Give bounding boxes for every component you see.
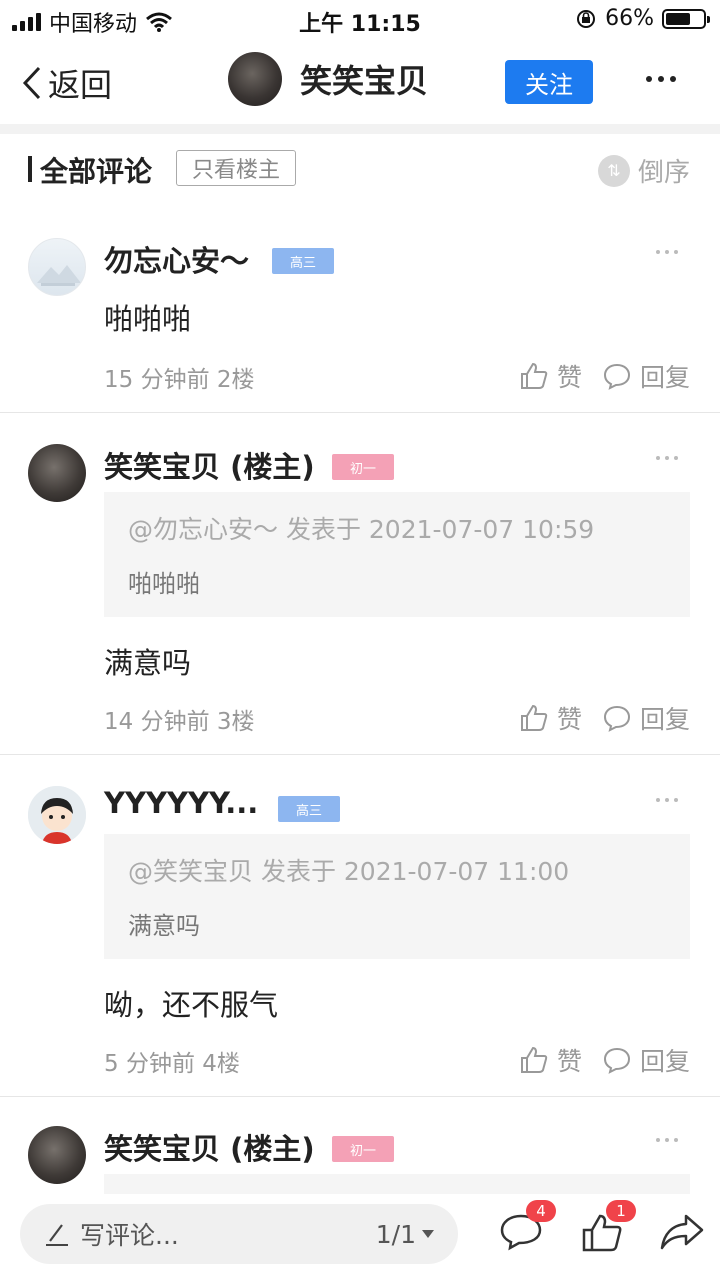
- follow-button[interactable]: 关注: [505, 60, 593, 104]
- battery-fill: [666, 12, 690, 25]
- comment-author[interactable]: 笑笑宝贝 (楼主): [104, 444, 315, 486]
- more-icon[interactable]: [656, 250, 678, 254]
- write-comment-input[interactable]: 写评论... 1/1: [20, 1204, 458, 1264]
- like-button[interactable]: 赞: [519, 700, 582, 736]
- like-button[interactable]: 赞: [519, 358, 582, 394]
- comment-text: 满意吗: [104, 646, 192, 680]
- grade-badge: 高三: [278, 796, 341, 822]
- landscape-avatar-icon: [37, 265, 81, 286]
- chat-bubble-icon: [603, 705, 630, 732]
- section-title: 全部评论: [40, 155, 153, 188]
- like-label: 赞: [556, 363, 582, 392]
- comment-meta: 5 分钟前 4楼: [104, 1044, 240, 1078]
- more-icon[interactable]: [656, 798, 678, 802]
- comment-author[interactable]: 笑笑宝贝 (楼主): [104, 1126, 315, 1168]
- reply-button[interactable]: 回复: [602, 358, 690, 394]
- more-icon[interactable]: [656, 456, 678, 460]
- caret-down-icon: [422, 1230, 434, 1238]
- comment-author[interactable]: YYYYYY...: [104, 786, 258, 820]
- avatar[interactable]: [28, 238, 86, 296]
- chat-bubble-icon: [603, 363, 630, 390]
- comments-button[interactable]: 4: [498, 1200, 556, 1256]
- avatar[interactable]: [28, 786, 86, 844]
- status-bar: 中国移动 上午 11:15 66%: [0, 0, 720, 40]
- rotation-lock-icon: [577, 9, 596, 28]
- comment-time: 5 分钟前: [104, 1051, 195, 1077]
- comment-time: 15 分钟前: [104, 367, 210, 393]
- quote-header: @勿忘心安～ 发表于 2021-07-07 10:59: [128, 515, 595, 544]
- reply-label: 回复: [639, 1047, 690, 1076]
- only-host-button[interactable]: 只看楼主: [176, 150, 296, 186]
- reply-button[interactable]: 回复: [602, 1042, 690, 1078]
- comment-time: 14 分钟前: [104, 709, 210, 735]
- thumbs-up-icon: [520, 704, 548, 731]
- grade-badge: 初一: [332, 1136, 395, 1162]
- quote-header: @笑笑宝贝 发表于 2021-07-07 11:00: [128, 857, 570, 886]
- divider: [0, 412, 720, 413]
- page-selector[interactable]: 1/1: [376, 1220, 434, 1249]
- bottom-toolbar: 写评论... 1/1 4 1: [0, 1194, 720, 1280]
- like-label: 赞: [556, 1047, 582, 1076]
- comment-count-badge: 4: [526, 1200, 556, 1222]
- comment-text: 呦，还不服气: [104, 988, 279, 1022]
- battery-icon: [662, 8, 710, 29]
- reply-button[interactable]: 回复: [602, 700, 690, 736]
- share-icon: [660, 1214, 704, 1250]
- like-count-badge: 1: [606, 1200, 636, 1222]
- reply-label: 回复: [639, 363, 690, 392]
- divider: [0, 124, 720, 134]
- back-label: 返回: [48, 66, 113, 104]
- comment-text: 啪啪啪: [104, 302, 192, 336]
- comment-meta: 15 分钟前 2楼: [104, 360, 255, 394]
- divider: [0, 1096, 720, 1097]
- nav-bar: 返回 笑笑宝贝 关注: [0, 42, 720, 122]
- author-header[interactable]: 笑笑宝贝: [228, 52, 428, 106]
- comment-author[interactable]: 勿忘心安～: [104, 238, 249, 280]
- quoted-comment[interactable]: @勿忘心安～ 发表于 2021-07-07 10:59 啪啪啪: [104, 492, 690, 617]
- more-icon[interactable]: [646, 76, 676, 82]
- page-title: 笑笑宝贝: [300, 62, 429, 100]
- comment-actions: 赞 回复: [519, 700, 690, 736]
- quoted-comment[interactable]: @笑笑宝贝 发表于 2021-07-07 11:00 满意吗: [104, 834, 690, 959]
- share-button[interactable]: [660, 1212, 704, 1256]
- back-button[interactable]: 返回: [22, 60, 112, 106]
- comment-floor: 3楼: [216, 709, 255, 735]
- write-placeholder: 写评论...: [80, 1221, 179, 1250]
- comment-floor: 4楼: [202, 1051, 240, 1077]
- quote-text: 满意吗: [128, 912, 200, 940]
- comment-filter-bar: 全部评论 只看楼主 ⇅ 倒序: [0, 140, 720, 200]
- page-indicator: 1/1: [375, 1219, 416, 1249]
- comment-meta: 14 分钟前 3楼: [104, 702, 255, 736]
- like-button[interactable]: 赞: [519, 1042, 582, 1078]
- comment-actions: 赞 回复: [519, 358, 690, 394]
- cartoon-avatar-icon: [28, 786, 86, 844]
- grade-badge: 初一: [332, 454, 395, 480]
- more-icon[interactable]: [656, 1138, 678, 1142]
- avatar[interactable]: [228, 52, 282, 106]
- divider: [0, 754, 720, 755]
- like-label: 赞: [556, 705, 582, 734]
- chevron-left-icon: [22, 66, 41, 100]
- battery-percent: 66%: [605, 6, 654, 31]
- reply-label: 回复: [639, 705, 690, 734]
- sort-button[interactable]: ⇅ 倒序: [597, 152, 690, 189]
- comment-actions: 赞 回复: [519, 1042, 690, 1078]
- thumbs-up-icon: [520, 362, 548, 389]
- comment-floor: 2楼: [216, 367, 255, 393]
- grade-badge: 高三: [272, 248, 335, 274]
- thumbs-up-icon: [520, 1046, 548, 1073]
- sort-label: 倒序: [637, 158, 690, 188]
- avatar[interactable]: [28, 1126, 86, 1184]
- section-marker: [28, 156, 32, 182]
- like-post-button[interactable]: 1: [580, 1200, 636, 1258]
- sort-icon: ⇅: [597, 154, 630, 187]
- avatar[interactable]: [28, 444, 86, 502]
- chat-bubble-icon: [603, 1047, 630, 1074]
- status-right: 66%: [575, 6, 710, 31]
- pen-icon: [46, 1224, 68, 1246]
- quote-text: 啪啪啪: [128, 570, 200, 598]
